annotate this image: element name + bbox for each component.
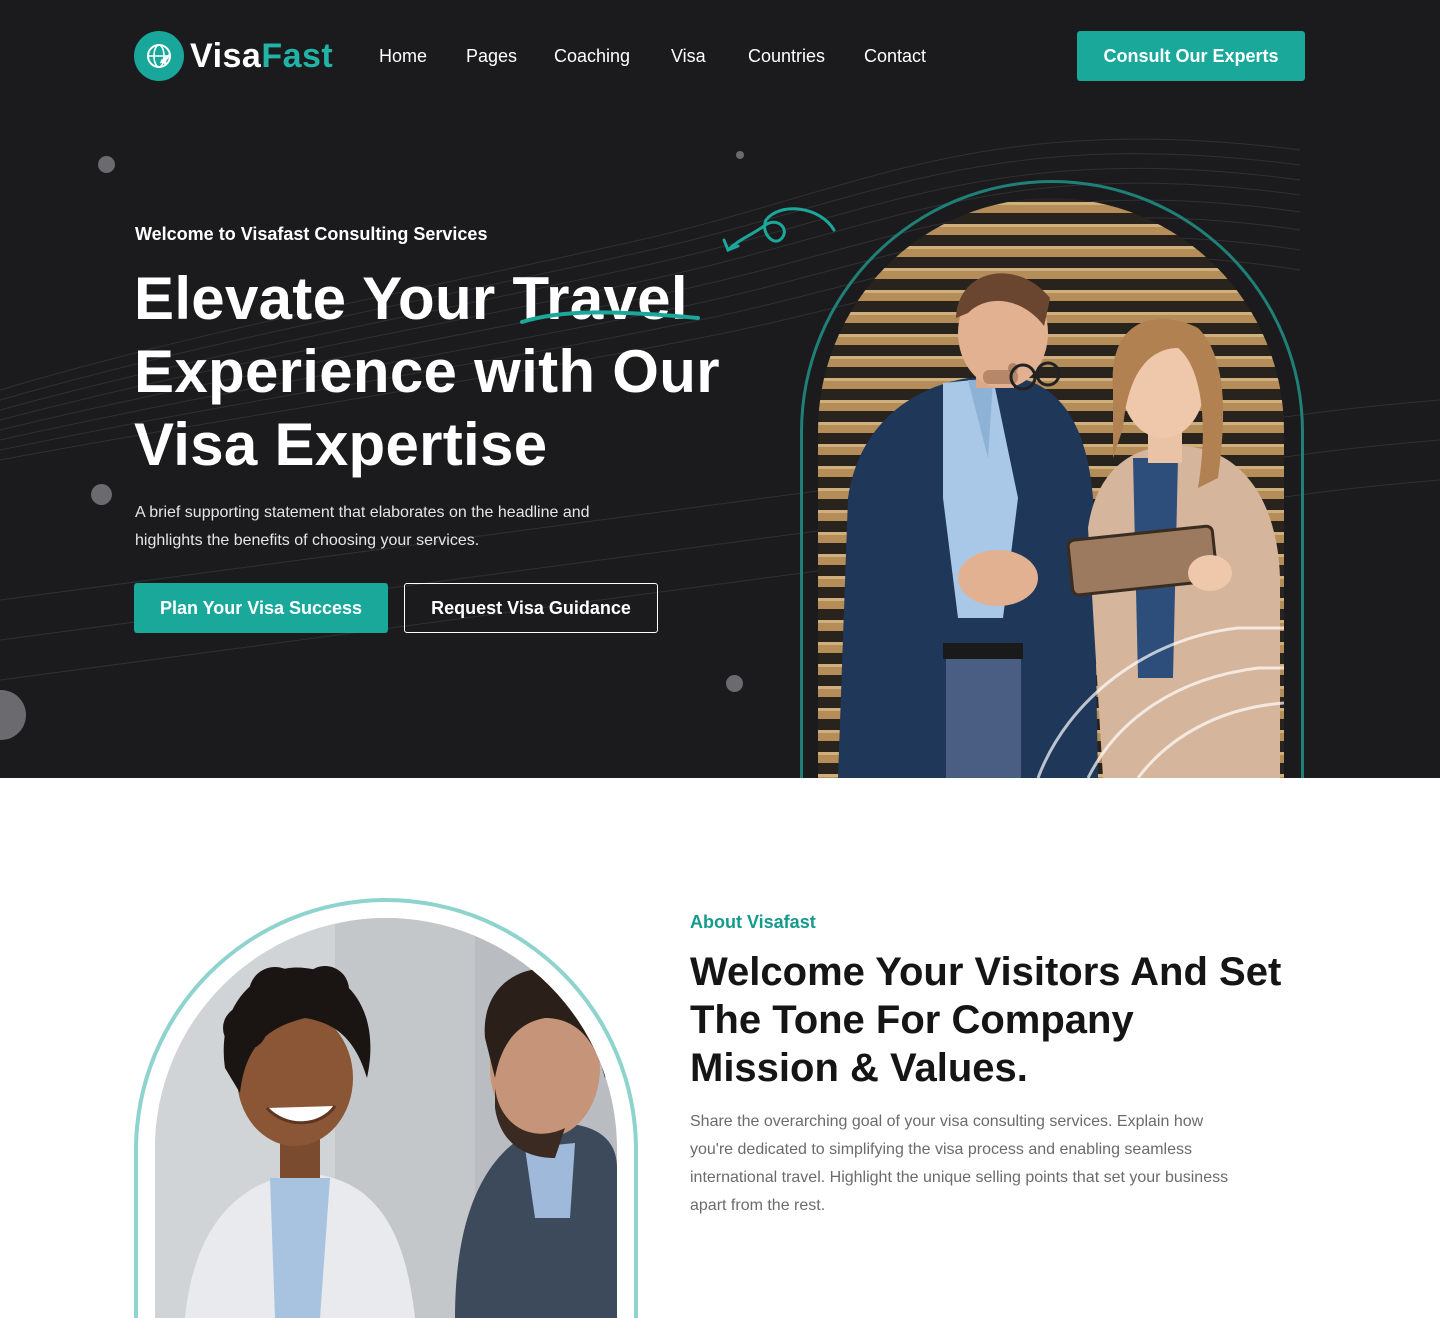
decor-dot [98,156,115,173]
nav-item-home[interactable]: Home [379,46,427,67]
about-text: Share the overarching goal of your visa … [690,1113,1229,1214]
hero-eyebrow: Welcome to Visafast Consulting Services [135,224,488,244]
brand-name: VisaFast [190,36,334,75]
decor-dot [736,151,744,159]
globe-plane-icon [134,31,184,81]
nav-item-countries[interactable]: Countries [748,46,825,67]
decor-dot [726,675,743,692]
hero-photo [818,198,1284,778]
consult-experts-button[interactable]: Consult Our Experts [1077,31,1305,81]
logo[interactable]: VisaFast [134,31,333,81]
nav-item-coaching[interactable]: Coaching [554,46,630,67]
about-eyebrow: About Visafast [690,912,816,932]
hero-description: A brief supporting statement that elabor… [135,504,590,549]
nav-item-visa[interactable]: Visa [671,46,706,67]
curly-arrow-icon [722,207,836,252]
nav-item-contact[interactable]: Contact [864,46,926,67]
hero-headline: Elevate Your Travel Experience with Our … [134,262,774,481]
plan-visa-button[interactable]: Plan Your Visa Success [134,583,388,633]
hero-section: VisaFast Home Pages Coaching Visa Countr… [0,0,1440,778]
headline-underline [520,310,700,324]
request-guidance-button[interactable]: Request Visa Guidance [404,583,658,633]
decor-dot [91,484,112,505]
about-title: Welcome Your Visitors And Set The Tone F… [690,950,1282,1090]
nav-item-pages[interactable]: Pages [466,46,517,67]
